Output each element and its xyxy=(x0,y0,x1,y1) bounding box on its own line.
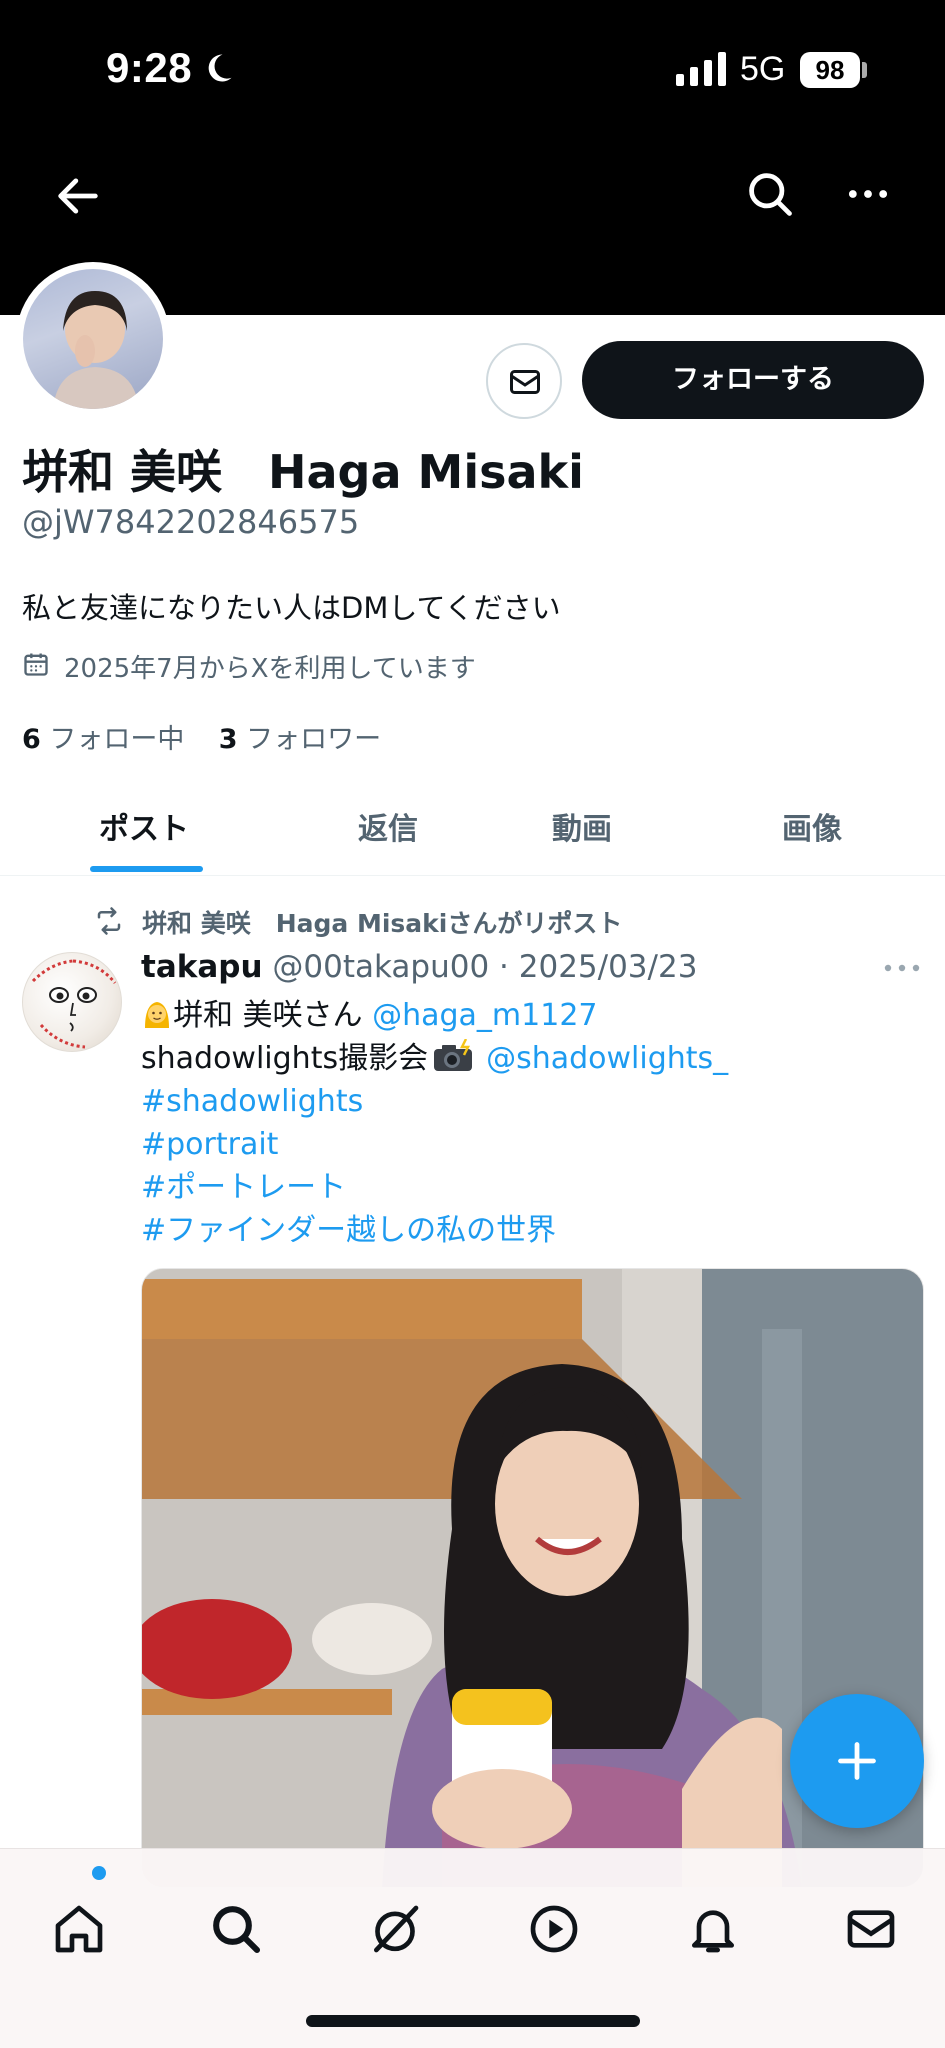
repost-label: 垪和 美咲 Haga Misakiさんがリポスト xyxy=(142,909,623,938)
post-line-1: 垪和 美咲さん @haga_m1127 xyxy=(141,994,728,1037)
network-type: 5G xyxy=(740,50,786,88)
status-time: 9:28 xyxy=(106,44,193,91)
tab-media[interactable]: 画像 xyxy=(782,804,842,848)
signal-icon xyxy=(676,52,726,86)
profile-display-name: 垪和 美咲 Haga Misaki xyxy=(22,445,584,499)
following-label: フォロー中 xyxy=(49,724,185,755)
avatar[interactable] xyxy=(23,269,163,409)
home-icon[interactable] xyxy=(51,1901,107,1957)
post-more-icon[interactable] xyxy=(882,958,922,978)
more-icon[interactable] xyxy=(842,168,894,220)
follow-button[interactable]: フォローする xyxy=(582,341,924,419)
status-bar: 9:28 5G 98 xyxy=(0,0,945,140)
following-count: 6 xyxy=(22,724,41,755)
hashtag-link[interactable]: #portrait xyxy=(141,1123,728,1166)
search-icon[interactable] xyxy=(208,1901,264,1957)
profile-handle: @jW7842202846575 xyxy=(22,503,360,541)
mention-link[interactable]: @shadowlights_ xyxy=(486,1041,728,1076)
notifications-icon[interactable] xyxy=(685,1901,741,1957)
baseball-face-avatar xyxy=(31,959,117,1049)
camera-flash-emoji-icon xyxy=(434,1039,473,1071)
tab-posts[interactable]: ポスト xyxy=(99,804,189,848)
post-header: takapu @00takapu00 · 2025/03/23 xyxy=(141,949,697,985)
active-tab-indicator xyxy=(90,866,203,872)
battery-icon: 98 xyxy=(800,52,860,88)
profile-bio: 私と友達になりたい人はDMしてください xyxy=(22,591,561,625)
compose-button[interactable] xyxy=(790,1694,924,1828)
followers-label: フォロワー xyxy=(246,724,382,755)
search-icon[interactable] xyxy=(744,168,796,220)
post-author-handle[interactable]: @00takapu00 xyxy=(272,949,489,985)
followers-count: 3 xyxy=(218,724,238,755)
battery-tip xyxy=(862,62,867,78)
avatar-photo xyxy=(53,291,139,409)
post-author-name[interactable]: takapu xyxy=(141,949,263,985)
post-author-avatar[interactable] xyxy=(22,952,122,1052)
back-arrow-icon[interactable] xyxy=(52,170,104,222)
hashtag-link[interactable]: #ファインダー越しの私の世界 xyxy=(141,1209,728,1252)
message-button[interactable] xyxy=(486,343,562,419)
mail-icon xyxy=(510,370,540,394)
follow-stats: 6 フォロー中 3 フォロワー xyxy=(22,717,381,756)
post-line-2-text: shadowlights撮影会 xyxy=(141,1041,429,1076)
tab-replies[interactable]: 返信 xyxy=(358,804,418,848)
hashtag-link[interactable]: #shadowlights xyxy=(141,1080,728,1123)
hashtag-link[interactable]: #ポートレート xyxy=(141,1166,728,1209)
home-notification-dot xyxy=(92,1866,106,1880)
followers-link[interactable]: 3 フォロワー xyxy=(219,724,381,755)
video-icon[interactable] xyxy=(526,1901,582,1957)
post-line-1-text: 垪和 美咲さん xyxy=(173,998,363,1033)
joined-text: 2025年7月からXを利用しています xyxy=(64,654,476,684)
calendar-icon xyxy=(24,653,48,676)
mention-link[interactable]: @haga_m1127 xyxy=(372,998,597,1033)
home-indicator xyxy=(306,2015,640,2027)
following-link[interactable]: 6 フォロー中 xyxy=(22,724,184,755)
post-body: 垪和 美咲さん @haga_m1127 shadowlights撮影会 @sha… xyxy=(141,994,728,1252)
messages-icon[interactable] xyxy=(843,1901,899,1957)
tab-videos[interactable]: 動画 xyxy=(552,804,612,848)
moon-icon xyxy=(208,54,232,82)
repost-icon xyxy=(97,907,121,935)
post-date[interactable]: 2025/03/23 xyxy=(519,949,698,985)
plus-icon xyxy=(838,1742,876,1780)
profile-tabs: ポスト 返信 動画 画像 xyxy=(0,780,945,876)
post-line-2: shadowlights撮影会 @shadowlights_ xyxy=(141,1037,728,1080)
post-separator: · xyxy=(489,949,519,985)
grok-icon[interactable] xyxy=(367,1901,423,1957)
woman-emoji-icon xyxy=(145,1002,169,1028)
